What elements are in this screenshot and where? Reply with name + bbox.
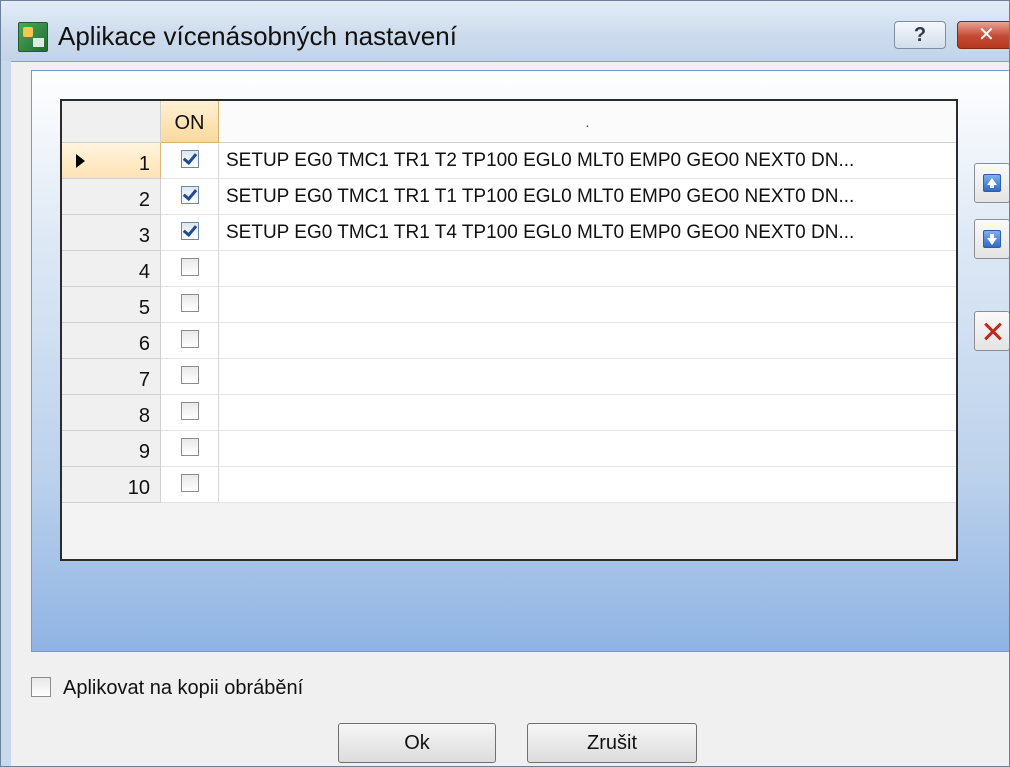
row-number: 9 <box>138 441 150 463</box>
row-header[interactable]: 2 <box>62 179 161 215</box>
grid-header: ON . <box>62 101 956 143</box>
table-row[interactable]: 6 <box>62 323 956 359</box>
row-setup-cell[interactable] <box>219 395 956 431</box>
row-on-cell <box>161 359 219 395</box>
row-number: 5 <box>138 297 150 319</box>
arrow-down-icon <box>983 230 1001 248</box>
row-header[interactable]: 4 <box>62 251 161 287</box>
delete-x-icon <box>975 312 1009 352</box>
column-header-description[interactable]: . <box>219 101 956 143</box>
row-on-cell <box>161 251 219 287</box>
row-on-cell <box>161 215 219 251</box>
row-number: 3 <box>138 225 150 247</box>
row-on-cell <box>161 431 219 467</box>
row-header[interactable]: 10 <box>62 467 161 503</box>
close-button[interactable]: ✕ <box>957 21 1009 49</box>
row-on-checkbox[interactable] <box>181 221 199 240</box>
title-bar: Aplikace vícenásobných nastavení ? ✕ <box>1 1 1009 61</box>
row-header[interactable]: 3 <box>62 215 161 251</box>
table-row[interactable]: 2 SETUP EG0 TMC1 TR1 T1 TP100 EGL0 MLT0 E… <box>62 179 956 215</box>
row-setup-cell[interactable]: SETUP EG0 TMC1 TR1 T2 TP100 EGL0 MLT0 EM… <box>219 143 956 179</box>
table-row[interactable]: 9 <box>62 431 956 467</box>
row-on-cell <box>161 323 219 359</box>
table-row[interactable]: 1 SETUP EG0 TMC1 TR1 T2 TP100 EGL0 MLT0 E… <box>62 143 956 179</box>
arrow-up-icon <box>983 174 1001 192</box>
row-on-checkbox[interactable] <box>181 149 199 168</box>
row-header[interactable]: 7 <box>62 359 161 395</box>
checkmark-icon <box>182 149 198 166</box>
table-row[interactable]: 7 <box>62 359 956 395</box>
row-on-cell <box>161 395 219 431</box>
row-setup-cell[interactable] <box>219 359 956 395</box>
row-setup-cell[interactable]: SETUP EG0 TMC1 TR1 T1 TP100 EGL0 MLT0 EM… <box>219 179 956 215</box>
dialog-client-area: ON . 1 SETUP EG0 TMC1 TR1 T2 TP100 EGL0 M… <box>11 61 1009 766</box>
row-number: 8 <box>138 405 150 427</box>
row-on-checkbox[interactable] <box>181 330 199 348</box>
help-button[interactable]: ? <box>894 21 946 49</box>
row-setup-cell[interactable] <box>219 251 956 287</box>
row-setup-cell[interactable] <box>219 287 956 323</box>
move-up-button[interactable] <box>974 163 1009 203</box>
row-on-checkbox[interactable] <box>181 438 199 456</box>
row-on-checkbox[interactable] <box>181 258 199 276</box>
apply-to-copy-label: Aplikovat na kopii obrábění <box>63 677 304 699</box>
row-header[interactable]: 9 <box>62 431 161 467</box>
row-setup-cell[interactable] <box>219 431 956 467</box>
row-number: 10 <box>127 477 150 499</box>
row-header[interactable]: 1 <box>62 143 161 179</box>
table-row[interactable]: 8 <box>62 395 956 431</box>
row-number: 6 <box>138 333 150 355</box>
current-row-pointer-icon <box>76 154 85 168</box>
row-setup-cell[interactable]: SETUP EG0 TMC1 TR1 T4 TP100 EGL0 MLT0 EM… <box>219 215 956 251</box>
ok-button[interactable]: Ok <box>338 723 496 763</box>
delete-button[interactable] <box>974 311 1009 352</box>
column-header-on[interactable]: ON <box>161 101 219 143</box>
row-on-cell <box>161 287 219 323</box>
settings-grid: ON . 1 SETUP EG0 TMC1 TR1 T2 TP100 EGL0 M… <box>60 99 958 561</box>
row-header[interactable]: 5 <box>62 287 161 323</box>
apply-to-copy-checkbox[interactable] <box>31 677 51 697</box>
dialog-window: Aplikace vícenásobných nastavení ? ✕ ON … <box>0 0 1010 767</box>
row-on-checkbox[interactable] <box>181 366 199 384</box>
row-on-checkbox[interactable] <box>181 402 199 420</box>
grid-corner-header <box>62 101 161 143</box>
move-down-button[interactable] <box>974 219 1009 259</box>
table-row[interactable]: 3 SETUP EG0 TMC1 TR1 T4 TP100 EGL0 MLT0 E… <box>62 215 956 251</box>
row-number: 4 <box>138 261 150 283</box>
table-row[interactable]: 5 <box>62 287 956 323</box>
table-row[interactable]: 10 <box>62 467 956 503</box>
row-header[interactable]: 6 <box>62 323 161 359</box>
row-header[interactable]: 8 <box>62 395 161 431</box>
settings-panel: ON . 1 SETUP EG0 TMC1 TR1 T2 TP100 EGL0 M… <box>31 70 1009 652</box>
checkmark-icon <box>182 185 198 202</box>
row-setup-cell[interactable] <box>219 323 956 359</box>
row-number: 1 <box>138 153 150 175</box>
row-on-checkbox[interactable] <box>181 185 199 204</box>
row-on-cell <box>161 143 219 179</box>
row-on-cell <box>161 467 219 503</box>
app-icon <box>18 22 48 52</box>
checkmark-icon <box>182 221 198 238</box>
row-on-cell <box>161 179 219 215</box>
row-on-checkbox[interactable] <box>181 294 199 312</box>
grid-rows: 1 SETUP EG0 TMC1 TR1 T2 TP100 EGL0 MLT0 E… <box>62 143 956 503</box>
window-title: Aplikace vícenásobných nastavení <box>58 21 457 51</box>
row-on-checkbox[interactable] <box>181 474 199 492</box>
row-setup-cell[interactable] <box>219 467 956 503</box>
table-row[interactable]: 4 <box>62 251 956 287</box>
row-number: 2 <box>138 189 150 211</box>
row-number: 7 <box>138 369 150 391</box>
cancel-button[interactable]: Zrušit <box>527 723 697 763</box>
